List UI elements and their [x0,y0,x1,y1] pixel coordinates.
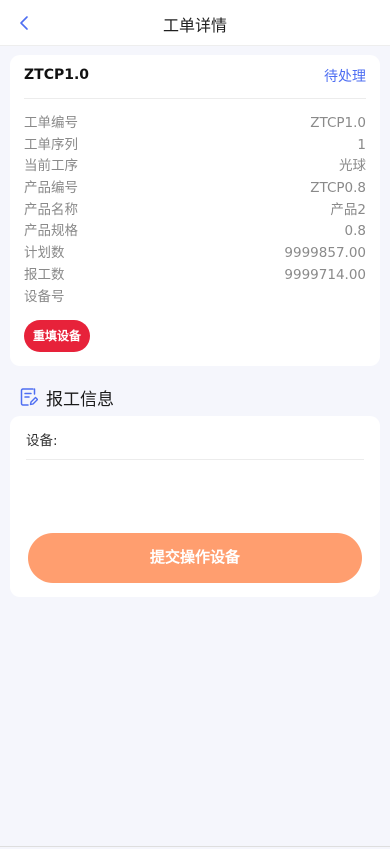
info-label: 产品编号 [24,180,78,197]
info-value: 1 [357,136,366,153]
info-row-order-sequence: 工单序列 1 [24,135,366,157]
info-row-device-number: 设备号 [24,287,366,309]
info-value: 0.8 [344,223,366,240]
report-section-header: 报工信息 [20,384,114,410]
work-order-info-list: 工单编号 ZTCP1.0 工单序列 1 当前工序 光球 产品编号 ZTCP0.8… [24,113,366,308]
page-title: 工单详情 [162,16,227,35]
info-label: 报工数 [24,266,65,283]
info-label: 产品名称 [24,201,78,218]
info-value: ZTCP1.0 [310,115,366,131]
submit-device-button[interactable]: 提交操作设备 [28,533,362,583]
section-title: 报工信息 [46,389,114,410]
info-row-product-spec: 产品规格 0.8 [24,221,366,243]
info-label: 计划数 [24,245,65,262]
info-label: 工单编号 [24,115,78,131]
info-row-reported-qty: 报工数 9999714.00 [24,265,366,287]
device-label: 设备: [26,433,58,449]
divider [0,846,390,847]
work-order-header: ZTCP1.0 待处理 [24,55,366,99]
info-row-planned-qty: 计划数 9999857.00 [24,243,366,265]
info-value: 产品2 [330,201,366,218]
info-label: 当前工序 [24,158,78,175]
info-value: 9999714.00 [284,266,366,283]
work-order-code: ZTCP1.0 [24,67,90,83]
edit-document-icon [20,388,38,406]
info-row-order-number: 工单编号 ZTCP1.0 [24,113,366,135]
report-card: 设备: 提交操作设备 [10,416,380,597]
info-value: 光球 [339,158,366,175]
nav-bar: 工单详情 [0,0,390,46]
info-row-product-code: 产品编号 ZTCP0.8 [24,178,366,200]
info-value: ZTCP0.8 [310,180,366,197]
device-field[interactable]: 设备: [26,416,364,460]
info-value: 9999857.00 [284,245,366,262]
refill-device-button[interactable]: 重填设备 [24,320,90,352]
info-label: 产品规格 [24,223,78,240]
status-badge: 待处理 [324,69,366,85]
info-label: 设备号 [24,288,65,305]
work-order-card: ZTCP1.0 待处理 工单编号 ZTCP1.0 工单序列 1 当前工序 光球 … [10,55,380,366]
info-row-current-process: 当前工序 光球 [24,156,366,178]
info-row-product-name: 产品名称 产品2 [24,200,366,222]
info-label: 工单序列 [24,136,78,153]
